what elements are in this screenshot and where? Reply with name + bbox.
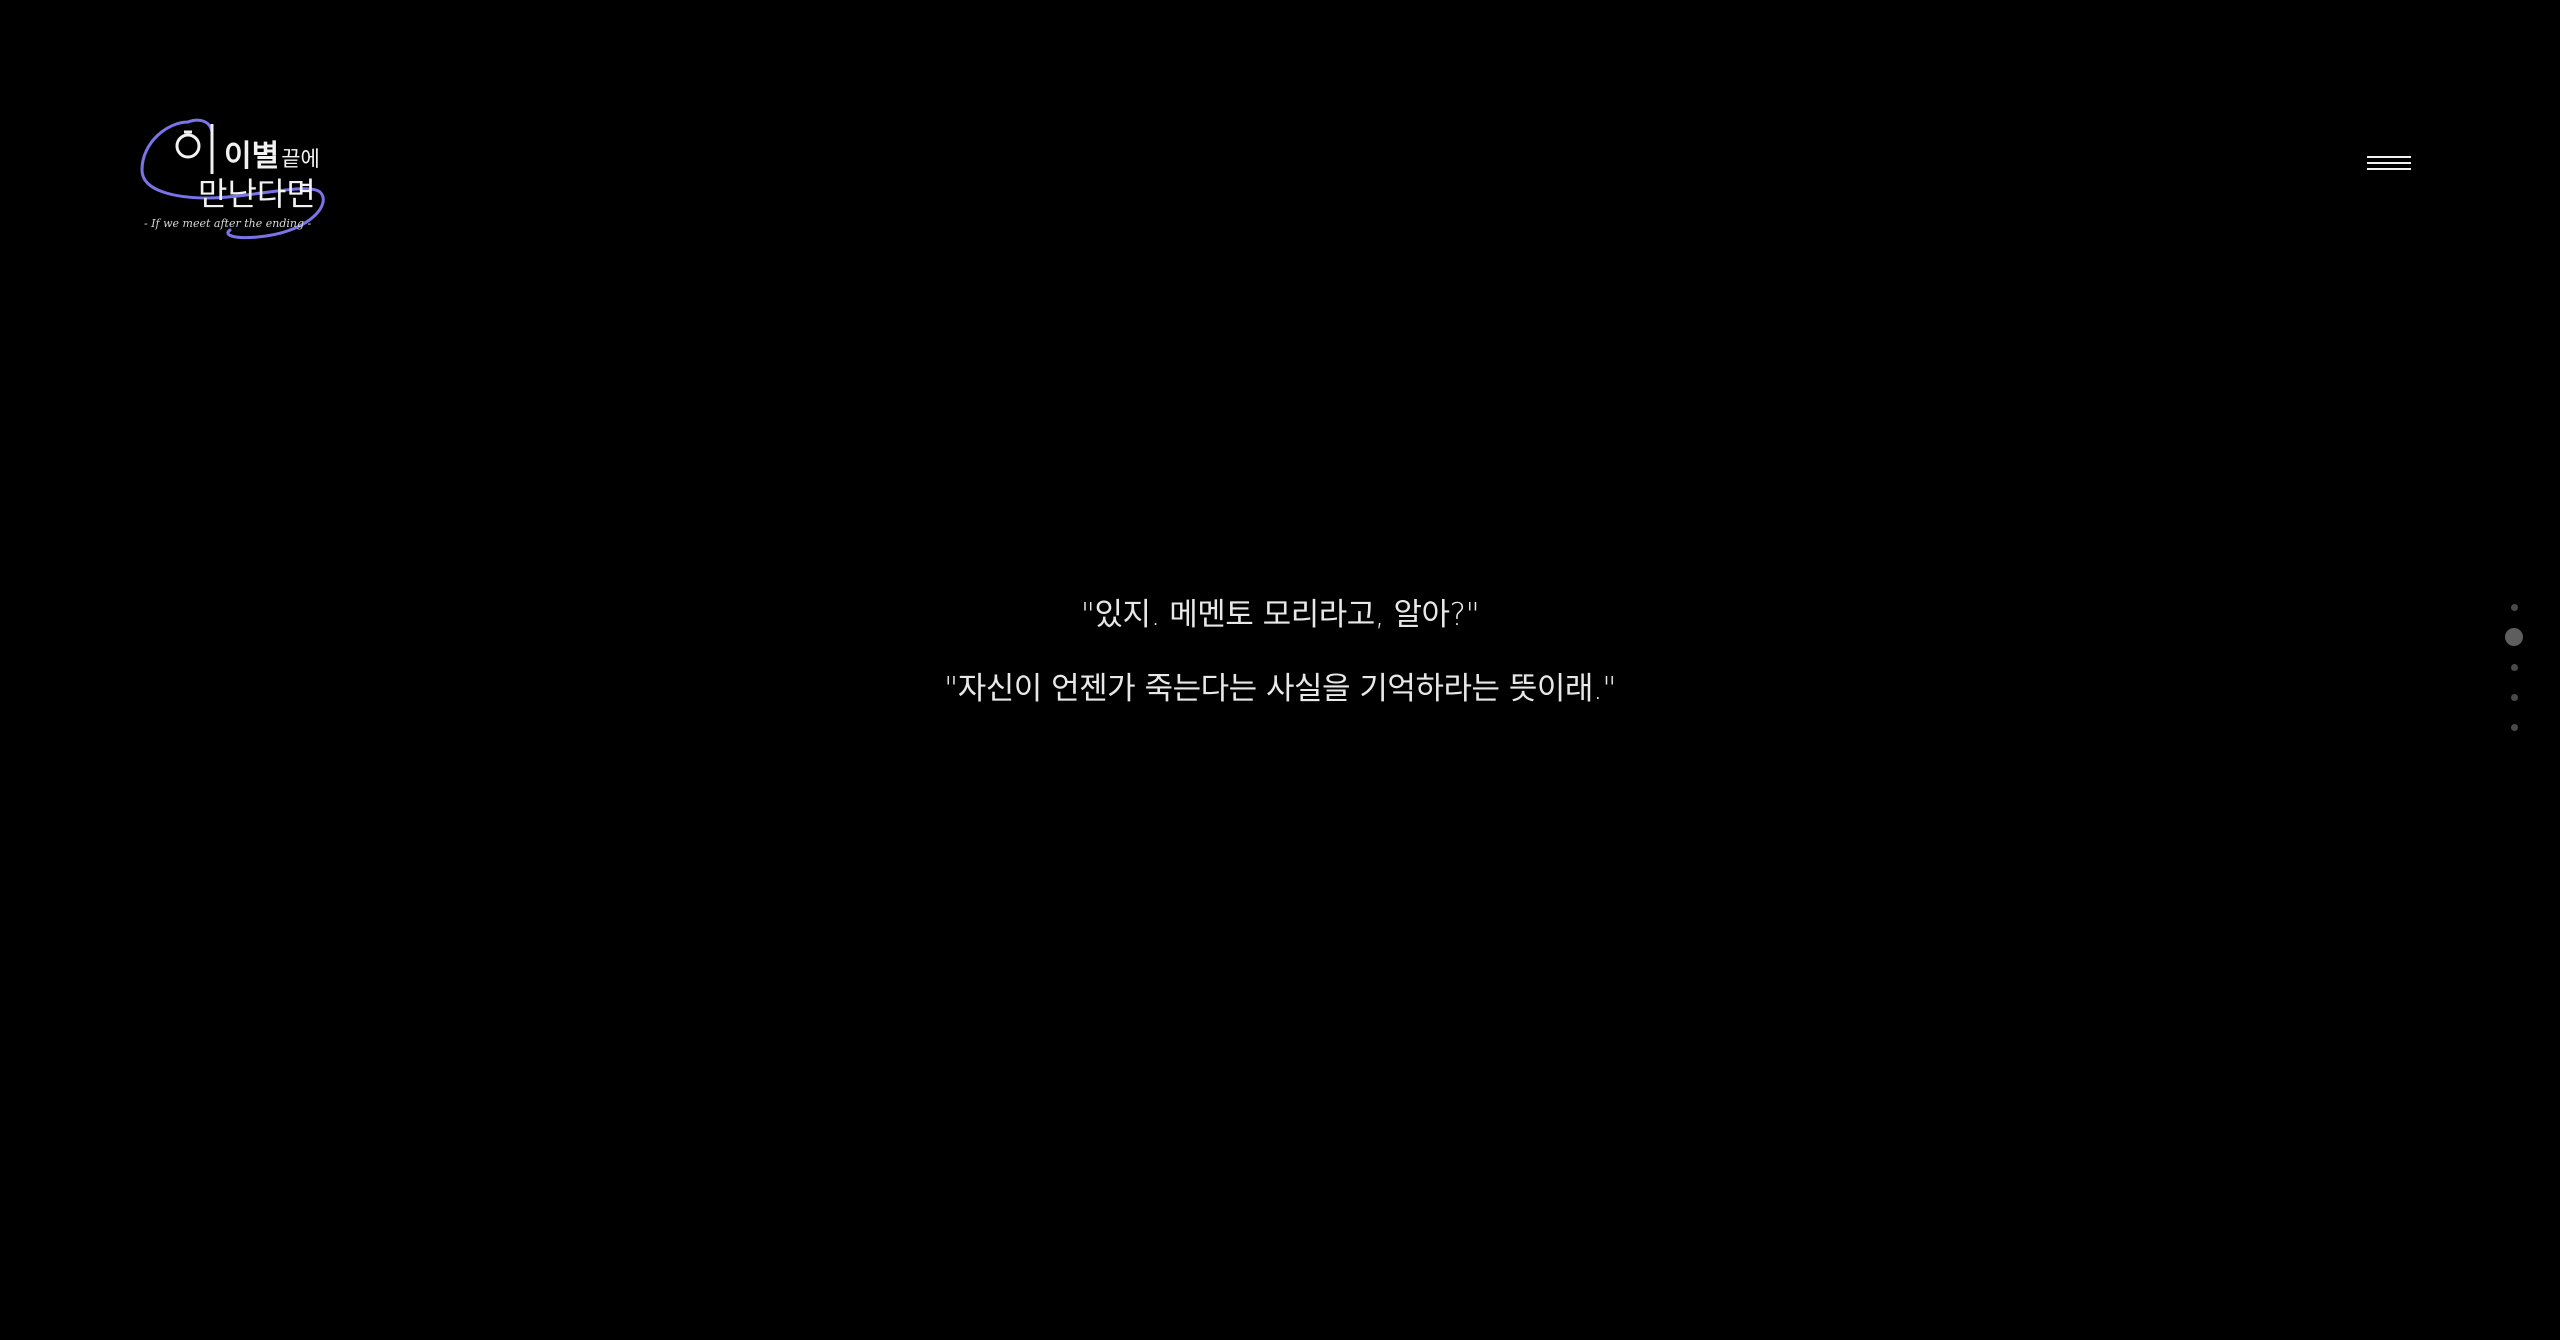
logo[interactable]: 이별끝에 만난다면 - If we meet after the ending …	[138, 112, 334, 244]
dialogue-text: "있지. 메멘토 모리라고, 알아?" "자신이 언젠가 죽는다는 사실을 기억…	[0, 596, 2560, 708]
logo-title-main: 이별	[224, 139, 280, 174]
logo-ring-icon	[175, 133, 201, 159]
section-pagination	[2500, 598, 2530, 738]
dialogue-line-2: "자신이 언젠가 죽는다는 사실을 기억하라는 뜻이래."	[943, 671, 1617, 707]
section-dot-5[interactable]	[2511, 724, 2518, 731]
logo-title-suffix: 끝에	[281, 147, 320, 171]
section-dot-1[interactable]	[2511, 604, 2518, 611]
section-dot-3[interactable]	[2511, 664, 2518, 671]
logo-title-line-2: 만난다면	[198, 175, 316, 213]
section-dot-4[interactable]	[2511, 694, 2518, 701]
logo-title-line-1: 이별끝에	[224, 142, 320, 172]
dialogue-line-1: "있지. 메멘토 모리라고, 알아?"	[1080, 597, 1480, 633]
menu-button[interactable]	[2364, 152, 2414, 182]
logo-subtitle: - If we meet after the ending -	[144, 217, 312, 230]
section-dot-2-active[interactable]	[2505, 628, 2523, 646]
